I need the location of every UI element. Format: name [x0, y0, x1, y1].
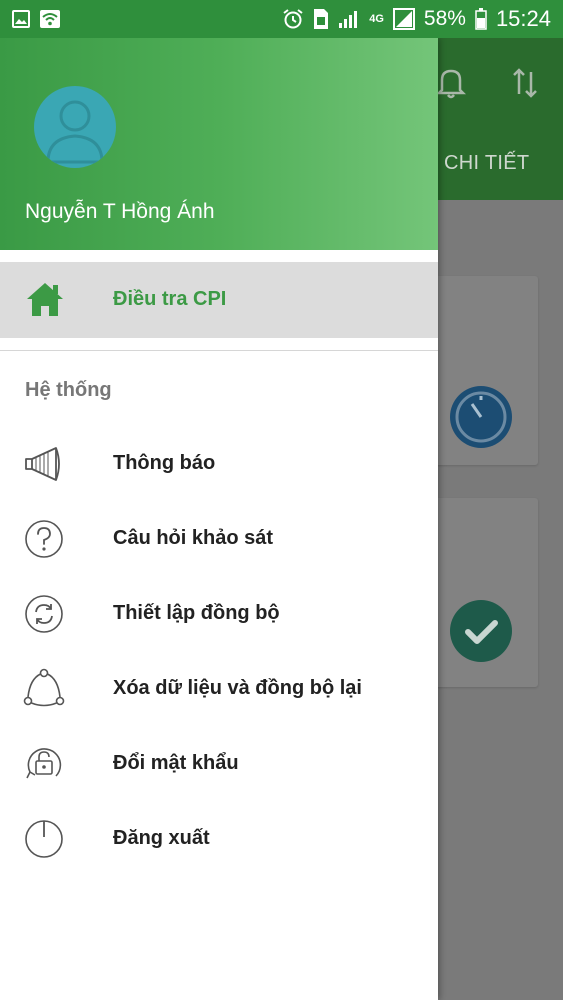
- menu-item-clear-data-resync[interactable]: Xóa dữ liệu và đồng bộ lại: [0, 660, 438, 720]
- menu-item-change-password[interactable]: Đổi mật khẩu: [0, 735, 438, 795]
- menu-item-notifications[interactable]: Thông báo: [0, 435, 438, 495]
- battery-icon: [475, 8, 487, 30]
- menu-item-label: Câu hỏi khảo sát: [113, 527, 274, 549]
- network-type-label: 4G: [369, 13, 384, 25]
- signal-icon: [338, 9, 360, 29]
- signal-icon-2: [392, 8, 415, 30]
- check-circle-icon: [450, 600, 512, 662]
- lock-icon: [22, 742, 66, 786]
- user-name: Nguyễn T Hồng Ánh: [25, 200, 215, 223]
- drawer-header: Nguyễn T Hồng Ánh: [0, 38, 438, 250]
- menu-item-label: Thông báo: [113, 452, 216, 474]
- sort-icon[interactable]: [512, 66, 538, 100]
- tab-detail[interactable]: CHI TIẾT: [444, 152, 529, 175]
- bell-icon[interactable]: [436, 66, 466, 100]
- menu-item-cpi-survey[interactable]: Điều tra CPI: [0, 262, 438, 338]
- question-icon: [22, 517, 66, 561]
- share-nodes-icon: [22, 667, 66, 711]
- menu-item-logout[interactable]: Đăng xuất: [0, 810, 438, 870]
- sync-icon: [22, 592, 66, 636]
- power-icon: [22, 817, 66, 861]
- menu-item-sync-settings[interactable]: Thiết lập đồng bộ: [0, 585, 438, 645]
- megaphone-icon: [22, 442, 66, 486]
- menu-item-label: Đăng xuất: [113, 827, 210, 849]
- sim-icon: [313, 8, 329, 30]
- gallery-icon: [12, 10, 30, 28]
- alarm-icon: [282, 8, 304, 30]
- menu-item-label: Thiết lập đồng bộ: [113, 602, 280, 624]
- user-silhouette-icon: [46, 100, 104, 164]
- home-icon: [24, 280, 66, 318]
- status-bar: 4G 58% 15:24: [0, 0, 563, 38]
- battery-percent: 58%: [423, 7, 466, 30]
- navigation-drawer: Nguyễn T Hồng Ánh Điều tra CPI Hệ thống …: [0, 38, 438, 1000]
- wifi-icon: [40, 10, 60, 28]
- clock-time: 15:24: [495, 6, 551, 31]
- menu-item-label: Đổi mật khẩu: [113, 752, 239, 774]
- avatar[interactable]: [34, 86, 116, 168]
- timer-icon: [450, 386, 512, 448]
- menu-item-survey-questions[interactable]: Câu hỏi khảo sát: [0, 510, 438, 570]
- divider: [0, 350, 438, 351]
- menu-item-label: Xóa dữ liệu và đồng bộ lại: [113, 677, 362, 699]
- section-title: Hệ thống: [25, 379, 112, 401]
- menu-item-label: Điều tra CPI: [113, 288, 227, 310]
